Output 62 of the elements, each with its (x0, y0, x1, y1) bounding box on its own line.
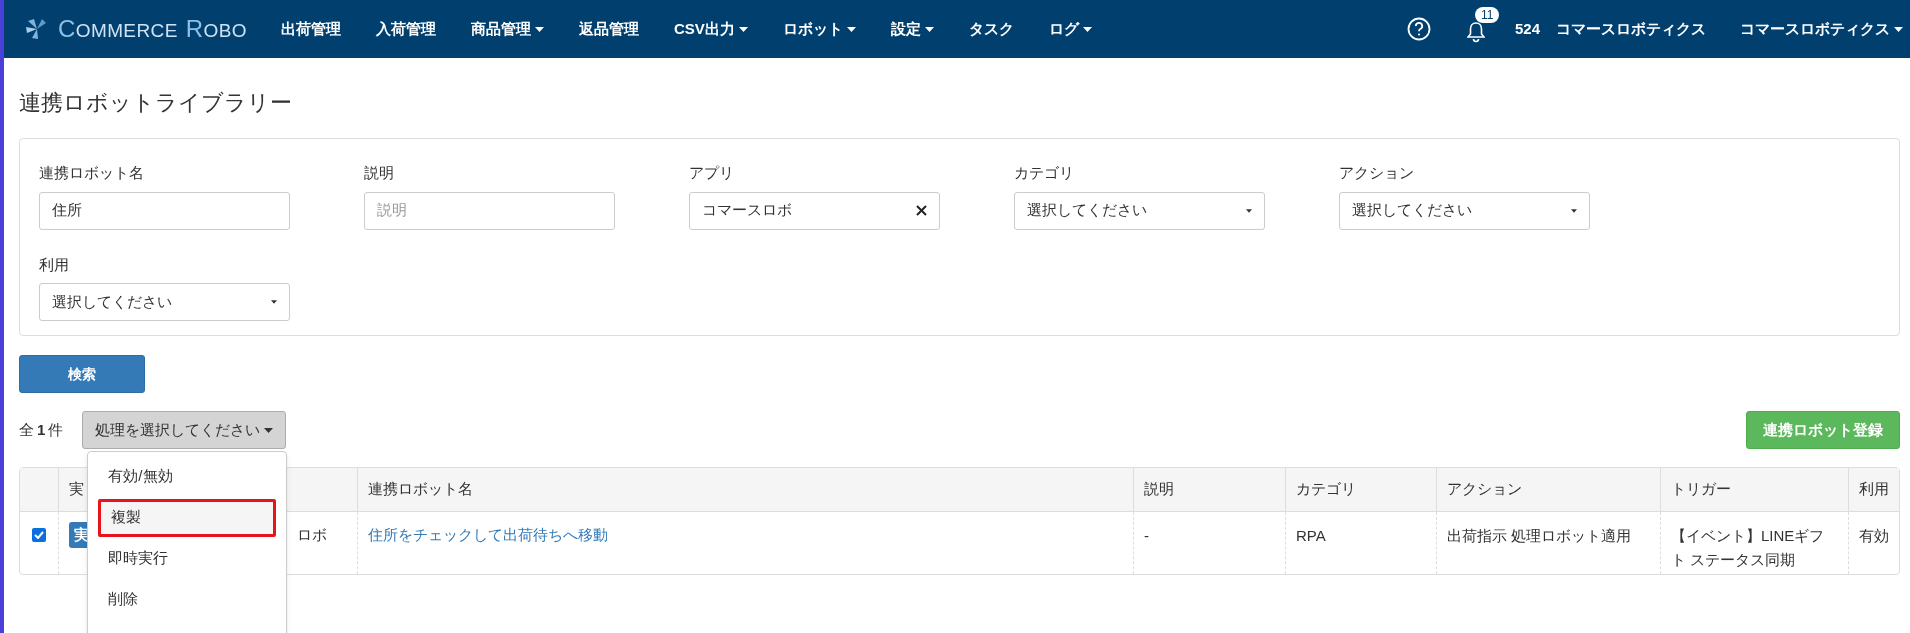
nav-link[interactable]: ログ (1048, 17, 1092, 41)
table-cell: RPA (1296, 527, 1326, 544)
column-header: 実 (69, 479, 84, 500)
column-header: カテゴリ (1296, 479, 1356, 500)
table-cell: 出荷指示 処理ロボット適用 (1447, 527, 1632, 544)
caret-icon (1246, 208, 1252, 213)
caret-icon (1894, 26, 1903, 32)
column-header: 説明 (1144, 479, 1174, 500)
company-name: コマースロボティクス (1556, 18, 1706, 39)
menu-item[interactable]: 複製 (98, 498, 277, 537)
search-button[interactable]: 検索 (19, 355, 145, 393)
clear-icon[interactable] (916, 205, 927, 216)
help-icon[interactable] (1406, 17, 1431, 41)
nav-link[interactable]: 設定 (890, 17, 934, 41)
caret-icon (846, 26, 856, 32)
nav-link[interactable]: ロボット (782, 17, 856, 41)
bulk-action-dropdown[interactable]: 処理を選択してください (82, 411, 287, 449)
result-count: 全 1 件 (19, 419, 64, 440)
caret-icon (924, 26, 934, 32)
nav-link[interactable]: 返品管理 (578, 17, 639, 41)
caret-icon (271, 300, 277, 304)
field-label: 利用 (39, 254, 70, 275)
field-label: アプリ (689, 163, 735, 183)
account-menu[interactable]: コマースロボティクス (1740, 17, 1903, 41)
field-label: カテゴリ (1014, 163, 1075, 183)
table-cell: 有効 (1859, 527, 1889, 544)
bell-icon[interactable] (1466, 21, 1485, 43)
caret-icon (738, 26, 748, 32)
select-field[interactable]: 選択してください (39, 283, 290, 321)
nav-link[interactable]: 出荷管理 (280, 17, 341, 41)
table-cell: - (1144, 527, 1149, 544)
caret-icon (264, 427, 274, 433)
column-header: 利用 (1859, 479, 1889, 500)
select-field[interactable]: 選択してください (1014, 191, 1265, 230)
field-label: 説明 (364, 163, 395, 183)
row-checkbox[interactable] (32, 528, 46, 542)
field-label: 連携ロボット名 (39, 163, 145, 183)
user-id: 524 (1514, 18, 1540, 39)
logo-text: COMMERCE ROBO (58, 14, 248, 44)
table-cell-text: ロボ (297, 525, 327, 545)
text-field[interactable]: 住所 (39, 191, 290, 230)
caret-icon (1082, 26, 1092, 32)
caret-icon (534, 26, 544, 32)
nav-link[interactable]: CSV出力 (673, 17, 748, 41)
caret-icon (1571, 208, 1577, 213)
select-field[interactable]: 選択してください (1339, 191, 1590, 230)
table-cell: 【イベント】LINEギフト ステータス同期 (1671, 527, 1825, 568)
column-header: 連携ロボット名 (368, 479, 473, 500)
nav-link[interactable]: 商品管理 (470, 17, 544, 41)
column-header: トリガー (1671, 479, 1731, 500)
select-field[interactable]: コマースロボ (689, 191, 940, 230)
nav-link[interactable]: タスク (968, 17, 1014, 41)
logo[interactable]: COMMERCE ROBO (24, 11, 255, 47)
notification-badge: 11 (1474, 7, 1500, 23)
column-header: アクション (1447, 479, 1522, 500)
robot-name-link[interactable]: 住所をチェックして出荷待ちへ移動 (368, 526, 608, 543)
page-title: 連携ロボットライブラリー (19, 89, 293, 117)
menu-item[interactable]: 削除 (98, 580, 277, 619)
field-label: アクション (1339, 163, 1415, 183)
nav-link[interactable]: 入荷管理 (375, 17, 436, 41)
menu-item[interactable]: 即時実行 (98, 539, 277, 578)
menu-item[interactable]: 有効/無効 (98, 457, 277, 496)
